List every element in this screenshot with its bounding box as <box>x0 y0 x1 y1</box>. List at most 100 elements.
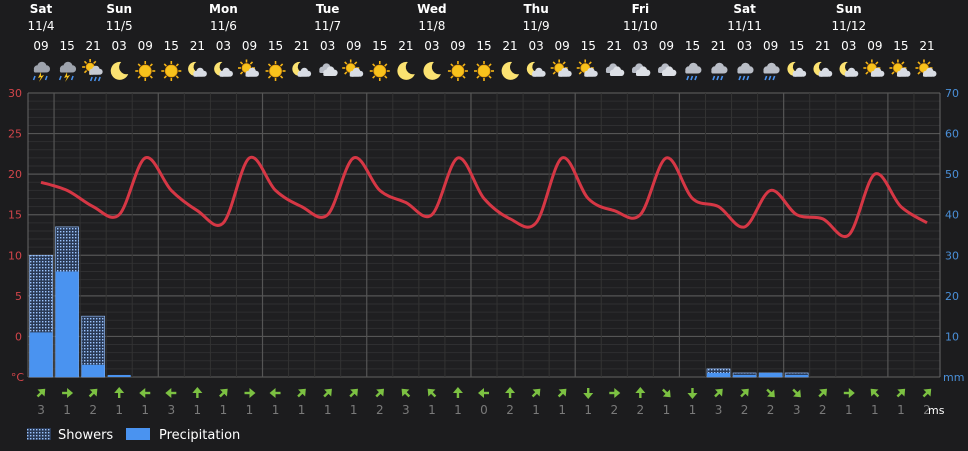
day-date: 11/9 <box>523 19 550 33</box>
moon-cloud-icon <box>839 61 859 77</box>
hour-label: 21 <box>294 39 309 53</box>
wind-speed: 1 <box>246 403 254 417</box>
day-name: Sun <box>836 2 862 16</box>
wind-speed: 1 <box>532 403 540 417</box>
wind-arrow-icon <box>244 388 256 398</box>
wind-speed: 1 <box>558 403 566 417</box>
hour-label: 03 <box>112 39 127 53</box>
day-date: 11/4 <box>28 19 55 33</box>
sun-icon <box>447 61 468 81</box>
moon-cloud-icon <box>526 61 546 77</box>
precipitation-bar <box>706 372 731 377</box>
wind-speed: 1 <box>663 403 671 417</box>
precipitation-bar <box>733 374 757 377</box>
wind-arrow-icon <box>297 388 306 398</box>
hour-label: 15 <box>268 39 283 53</box>
left-axis-tick: 25 <box>8 128 22 141</box>
wind-arrow-icon <box>88 388 98 398</box>
cloud-icon <box>319 63 338 77</box>
right-axis-tick: 50 <box>945 168 959 181</box>
wind-arrow-icon <box>427 388 437 398</box>
wind-speed: 1 <box>298 403 306 417</box>
wind-arrow-icon <box>531 388 541 398</box>
day-date: 11/8 <box>418 19 445 33</box>
sun-cloud-icon <box>863 59 885 77</box>
hour-label: 21 <box>190 39 205 53</box>
wind-arrow-icon <box>687 388 698 399</box>
cloud-rain-icon <box>763 62 780 81</box>
hour-label: 21 <box>607 39 622 53</box>
wind-speed: 2 <box>376 403 384 417</box>
precipitation-bar <box>81 364 105 377</box>
hour-label: 09 <box>659 39 674 53</box>
wind-arrow-icon <box>452 387 463 398</box>
hour-label: 03 <box>320 39 335 53</box>
wind-arrow-icon <box>714 388 723 398</box>
sun-cloud-rain-icon <box>82 59 103 82</box>
hour-label: 15 <box>59 39 74 53</box>
wind-arrow-icon <box>818 388 827 398</box>
wind-arrow-icon <box>870 388 880 398</box>
sun-cloud-icon <box>915 59 937 77</box>
hour-label: 03 <box>841 39 856 53</box>
cloud-icon <box>605 63 625 77</box>
wind-row: 3 1 2 1 1 3 1 1 1 1 1 1 1 2 3 1 1 0 2 1 1 1 2 2 1 1 3 2 2 3 2 1 1 1 2ms <box>36 387 945 417</box>
wind-arrow-icon <box>557 388 567 398</box>
sun-icon <box>369 61 390 81</box>
moon-icon <box>397 61 415 80</box>
left-axis-tick: 10 <box>8 249 22 262</box>
left-axis-tick: 30 <box>8 87 22 100</box>
legend-showers-swatch <box>27 428 51 440</box>
moon-cloud-icon <box>787 61 807 77</box>
wind-arrow-icon <box>505 387 516 398</box>
wind-speed: 3 <box>715 403 723 417</box>
sun-icon <box>265 61 286 81</box>
moon-cloud-icon <box>188 61 207 77</box>
precipitation-bar <box>785 374 809 377</box>
hour-label: 15 <box>685 39 700 53</box>
wind-arrow-icon <box>896 388 906 398</box>
wind-arrow-icon <box>922 388 932 398</box>
left-axis-tick: 0 <box>15 330 22 343</box>
moon-cloud-icon <box>292 61 312 77</box>
plot-area <box>27 92 941 378</box>
day-name: Wed <box>417 2 447 16</box>
sun-cloud-icon <box>237 59 259 77</box>
hour-label: 15 <box>581 39 596 53</box>
wind-arrow-icon <box>583 388 594 399</box>
moon-cloud-icon <box>214 61 233 77</box>
hour-label: 21 <box>815 39 830 53</box>
wind-speed: 3 <box>793 403 801 417</box>
wind-speed: 1 <box>689 403 697 417</box>
day-name: Sun <box>106 2 132 16</box>
wind-speed: 2 <box>610 403 618 417</box>
hour-label: 09 <box>242 39 257 53</box>
right-axis-tick: 60 <box>945 128 959 141</box>
wind-speed: 3 <box>402 403 410 417</box>
hour-label: 21 <box>502 39 517 53</box>
chart-legend: Showers Precipitation <box>27 428 240 443</box>
wind-arrow-icon <box>36 388 46 398</box>
right-axis-tick: 10 <box>945 330 959 343</box>
left-axis-unit: °C <box>11 371 25 384</box>
left-axis-tick: 5 <box>15 290 22 303</box>
sun-cloud-icon <box>576 59 598 77</box>
hour-label: 15 <box>789 39 804 53</box>
wind-arrow-icon <box>766 388 775 398</box>
wind-arrow-icon <box>635 387 646 398</box>
cloud-rain-icon <box>711 62 728 81</box>
wind-arrow-icon <box>792 388 801 398</box>
wind-speed: 2 <box>819 403 827 417</box>
hour-label: 03 <box>528 39 543 53</box>
hour-label: 21 <box>86 39 101 53</box>
right-axis-unit: mm <box>943 371 964 384</box>
wind-speed: 2 <box>89 403 97 417</box>
day-name: Fri <box>632 2 649 16</box>
hour-label: 09 <box>763 39 778 53</box>
legend-showers-label: Showers <box>58 428 113 443</box>
right-axis-tick: 20 <box>945 290 959 303</box>
day-date: 11/12 <box>832 19 867 33</box>
hour-label: 15 <box>476 39 491 53</box>
wind-speed: 2 <box>506 403 514 417</box>
wind-speed: 1 <box>141 403 149 417</box>
